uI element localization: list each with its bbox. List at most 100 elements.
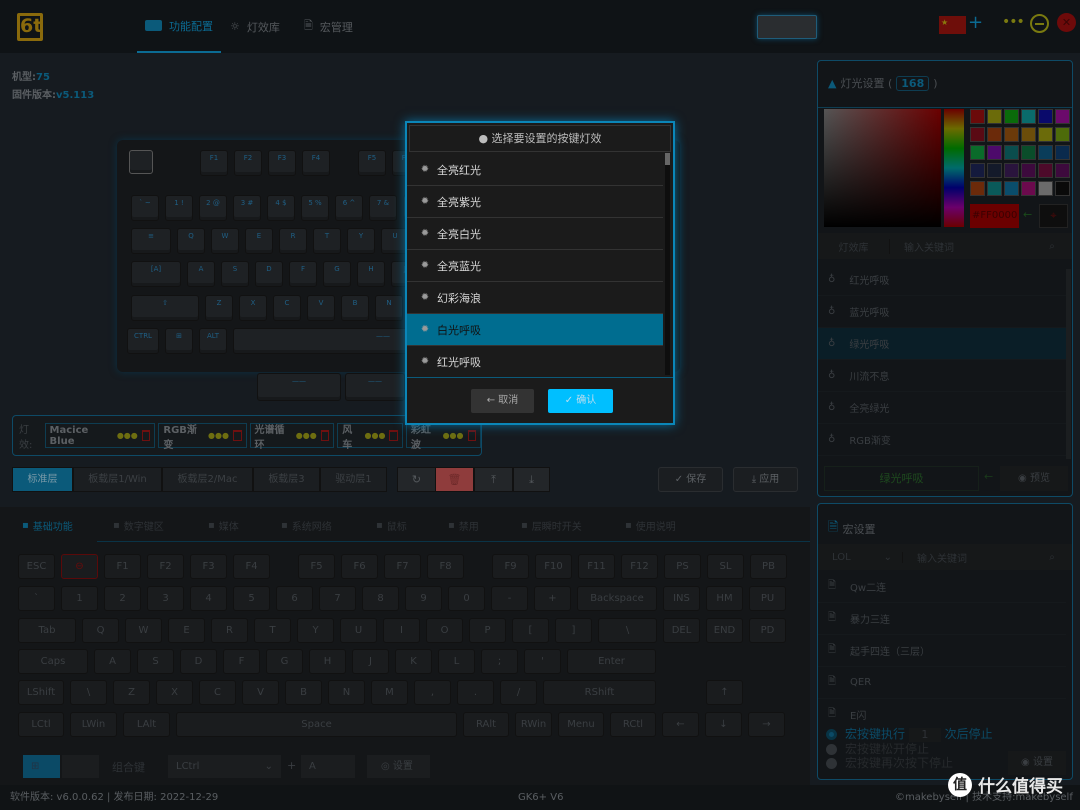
key-button[interactable]: F1 [104, 554, 141, 579]
color-swatch[interactable] [1004, 109, 1019, 124]
combo-key-input[interactable]: A [300, 754, 356, 779]
key-button[interactable]: N [328, 680, 365, 705]
key-button[interactable]: P [469, 618, 506, 643]
color-swatch[interactable] [1038, 181, 1053, 196]
key-button[interactable]: F7 [384, 554, 421, 579]
color-swatch[interactable] [987, 145, 1002, 160]
key-button[interactable]: ESC [18, 554, 55, 579]
key-button[interactable]: I [383, 618, 420, 643]
save-button[interactable]: ✓ 保存 [658, 467, 723, 492]
color-swatch[interactable] [1055, 181, 1070, 196]
key-button[interactable]: J [352, 649, 389, 674]
apply-button[interactable]: ⤓ 应用 [733, 467, 798, 492]
preview-key[interactable]: F3 [268, 150, 296, 176]
preview-key[interactable]: ⊞ [165, 328, 193, 354]
key-button[interactable]: Tab [18, 618, 76, 643]
preview-key[interactable]: E [245, 228, 273, 254]
key-button[interactable]: INS [663, 586, 700, 611]
key-button[interactable]: Z [113, 680, 150, 705]
preview-key[interactable]: X [239, 295, 267, 321]
function-tab[interactable]: ▪ 系统网络 [281, 518, 332, 533]
repeat-count-input[interactable]: 1 [908, 728, 941, 742]
key-button[interactable]: 3 [147, 586, 184, 611]
macro-item[interactable]: 🗎 起手四连（三层） [818, 635, 1066, 667]
function-tab[interactable]: ▪ 禁用 [448, 518, 479, 533]
delete-button[interactable]: 🗑 [435, 467, 474, 492]
key-button[interactable]: + [534, 586, 571, 611]
color-swatch[interactable] [987, 109, 1002, 124]
effect-option[interactable]: ✹ 白光呼吸 [407, 314, 663, 346]
key-button[interactable]: B [285, 680, 322, 705]
effect-name[interactable]: 彩虹波 [411, 421, 439, 451]
key-button[interactable]: HM [706, 586, 743, 611]
preview-key[interactable]: V [307, 295, 335, 321]
keyboard-thumbnail[interactable] [757, 15, 817, 39]
key-button[interactable]: RCtl [610, 712, 656, 737]
key-button[interactable]: X [156, 680, 193, 705]
preview-key[interactable]: 6 ^ [335, 195, 363, 221]
preview-key[interactable]: F5 [358, 150, 386, 176]
key-button[interactable]: 8 [362, 586, 399, 611]
key-button[interactable]: K [395, 649, 432, 674]
key-button[interactable]: Backspace [577, 586, 657, 611]
light-effect-item[interactable]: ♁ 全亮绿光 [818, 392, 1066, 424]
preview-key[interactable]: CTRL [127, 328, 159, 354]
preview-key[interactable]: C [273, 295, 301, 321]
key-button[interactable]: U [340, 618, 377, 643]
key-button[interactable]: \ [70, 680, 107, 705]
keyboard-logo-key[interactable] [129, 150, 153, 174]
preview-key[interactable]: F2 [234, 150, 262, 176]
color-swatch[interactable] [1055, 163, 1070, 178]
color-swatch[interactable] [970, 181, 985, 196]
key-button[interactable]: Caps [18, 649, 88, 674]
function-tab[interactable]: ▪ 数字键区 [113, 518, 164, 533]
key-button[interactable]: 6 [276, 586, 313, 611]
trash-icon[interactable] [320, 430, 330, 441]
key-button[interactable]: 2 [104, 586, 141, 611]
confirm-button[interactable]: ✓ 确认 [548, 389, 613, 413]
effect-option[interactable]: ✹ 全亮白光 [407, 218, 663, 250]
key-button[interactable]: V [242, 680, 279, 705]
key-button[interactable]: H [309, 649, 346, 674]
preview-key[interactable]: —— [345, 373, 405, 401]
key-button[interactable]: LShift [18, 680, 64, 705]
key-button[interactable]: PS [664, 554, 701, 579]
key-button[interactable]: → [748, 712, 785, 737]
layer-tab[interactable]: 板载层3 [253, 467, 320, 492]
preview-key[interactable]: 3 # [233, 195, 261, 221]
preview-key[interactable]: —— [257, 373, 341, 401]
key-button[interactable]: ↑ [706, 680, 743, 705]
key-button[interactable]: R [211, 618, 248, 643]
modifier-select[interactable]: LCtrl ⌄ [167, 754, 282, 779]
preview-key[interactable]: 1 ! [165, 195, 193, 221]
preview-key[interactable]: 4 $ [267, 195, 295, 221]
key-button[interactable]: F2 [147, 554, 184, 579]
function-tab[interactable]: ▪ 层瞬时开关 [521, 518, 582, 533]
key-button[interactable]: 7 [319, 586, 356, 611]
key-button[interactable]: [ [512, 618, 549, 643]
key-button[interactable]: C [199, 680, 236, 705]
preview-button[interactable]: ◉ 预览 [1000, 466, 1068, 491]
trash-icon[interactable] [232, 430, 242, 441]
layer-tab[interactable]: 板载层1/Win [73, 467, 162, 492]
macro-item[interactable]: 🗎 Qw二连 [818, 571, 1066, 603]
key-button[interactable]: T [254, 618, 291, 643]
color-swatch[interactable] [1021, 127, 1036, 142]
preview-key[interactable]: R [279, 228, 307, 254]
trash-icon[interactable] [467, 430, 476, 441]
more-icon[interactable]: ••• [1002, 14, 1025, 30]
color-swatch[interactable] [970, 145, 985, 160]
key-button[interactable]: PD [749, 618, 786, 643]
key-button[interactable]: RWin [515, 712, 552, 737]
preview-key[interactable]: Y [347, 228, 375, 254]
key-button[interactable]: D [180, 649, 217, 674]
preview-key[interactable]: D [255, 261, 283, 287]
preview-key[interactable]: Q [177, 228, 205, 254]
effect-option[interactable]: ✹ 幻彩海浪 [407, 282, 663, 314]
option-stop-on-release[interactable]: 宏按键松开停止 [826, 742, 993, 756]
color-swatch[interactable] [1038, 163, 1053, 178]
more-icon[interactable]: ●●● [365, 431, 386, 440]
effect-option[interactable]: ✹ 红光呼吸 [407, 346, 663, 378]
preview-key[interactable]: ` ~ [131, 195, 159, 221]
more-icon[interactable]: ●●● [296, 431, 317, 440]
